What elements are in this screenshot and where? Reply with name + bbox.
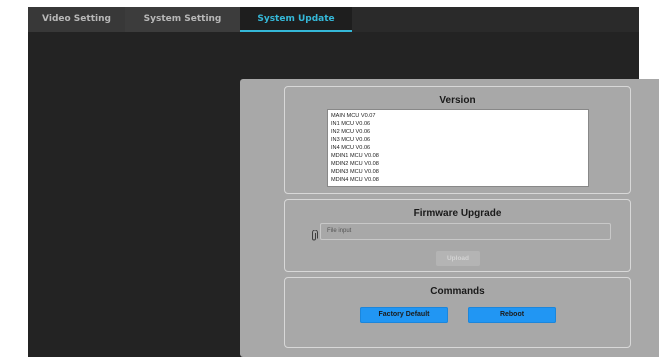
version-line: IN3 MCU V0.06 xyxy=(331,137,371,143)
version-title: Version xyxy=(439,95,476,106)
version-line: MDIN4 MCU V0.08 xyxy=(331,177,379,183)
version-line: IN2 MCU V0.06 xyxy=(331,129,371,135)
commands-section: Commands Factory Default Reboot xyxy=(284,277,631,348)
version-line: MDIN1 MCU V0.08 xyxy=(331,153,379,159)
tab-bar: Video Setting System Setting System Upda… xyxy=(28,7,639,32)
version-list[interactable]: MAIN MCU V0.07 IN1 MCU V0.06 IN2 MCU V0.… xyxy=(327,109,589,187)
version-line: MDIN3 MCU V0.08 xyxy=(331,169,379,175)
tab-video-setting[interactable]: Video Setting xyxy=(28,7,125,32)
version-line: IN1 MCU V0.06 xyxy=(331,121,371,127)
commands-title: Commands xyxy=(430,286,485,297)
paperclip-icon xyxy=(309,227,319,241)
system-update-panel: Version MAIN MCU V0.07 IN1 MCU V0.06 IN2… xyxy=(240,79,659,357)
tab-bar-filler xyxy=(352,7,639,32)
tab-system-update[interactable]: System Update xyxy=(240,7,352,32)
firmware-upgrade-section: Firmware Upgrade File input Upload xyxy=(284,199,631,272)
factory-default-button[interactable]: Factory Default xyxy=(360,307,448,323)
firmware-upgrade-title: Firmware Upgrade xyxy=(413,208,502,219)
version-line: MAIN MCU V0.07 xyxy=(331,113,376,119)
version-line: IN4 MCU V0.06 xyxy=(331,145,371,151)
tab-system-setting[interactable]: System Setting xyxy=(125,7,240,32)
app-window: Video Setting System Setting System Upda… xyxy=(28,7,659,357)
upload-button[interactable]: Upload xyxy=(436,251,480,266)
file-input-field[interactable]: File input xyxy=(320,223,611,240)
version-section: Version MAIN MCU V0.07 IN1 MCU V0.06 IN2… xyxy=(284,86,631,194)
version-line: MDIN2 MCU V0.08 xyxy=(331,161,379,167)
reboot-button[interactable]: Reboot xyxy=(468,307,556,323)
